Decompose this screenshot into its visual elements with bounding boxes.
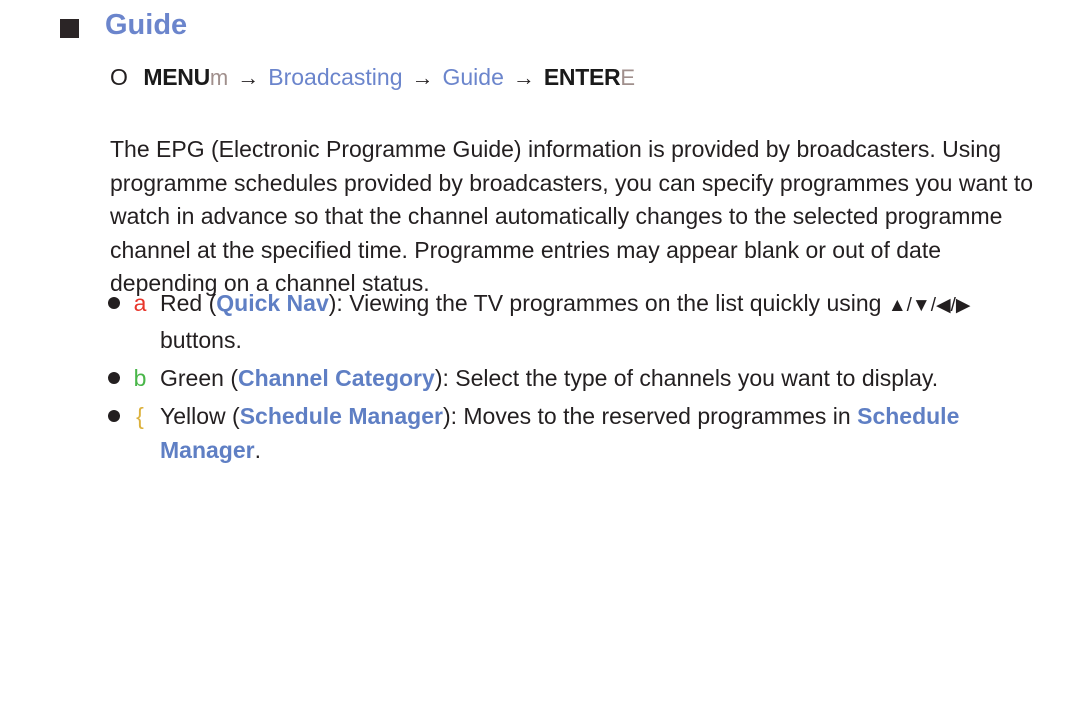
list-item-text: Green (Channel Category): Select the typ…	[160, 361, 1048, 395]
round-bullet-icon	[108, 410, 120, 422]
term-schedule-manager[interactable]: Schedule Manager	[240, 403, 443, 429]
list-item-prefix: Yellow (	[160, 403, 240, 429]
term-channel-category[interactable]: Channel Category	[238, 365, 435, 391]
square-bullet-icon	[60, 18, 79, 38]
menu-step-broadcasting[interactable]: Broadcasting	[268, 62, 402, 92]
list-item: a Red (Quick Nav): Viewing the TV progra…	[108, 286, 1048, 357]
list-item-middle: ): Select the type of channels you want …	[434, 365, 939, 391]
enter-key-glyph: E	[620, 65, 636, 90]
list-item: { Yellow (Schedule Manager): Moves to th…	[108, 399, 1048, 467]
color-button-list: a Red (Quick Nav): Viewing the TV progra…	[108, 286, 1048, 471]
arrow-right-icon-1: →	[237, 65, 260, 90]
emanual-page: Guide O MENU m → Broadcasting → Guide → E…	[0, 0, 1080, 705]
circle-bullet-icon: O	[110, 64, 128, 90]
list-item-text: Red (Quick Nav): Viewing the TV programm…	[160, 286, 1048, 357]
page-title: Guide	[105, 9, 188, 41]
list-item-prefix: Red (	[160, 290, 217, 316]
list-item-suffix: .	[254, 437, 261, 463]
menu-step-guide[interactable]: Guide	[443, 62, 504, 92]
round-bullet-icon	[108, 372, 120, 384]
description-paragraph: The EPG (Electronic Programme Guide) inf…	[110, 136, 1034, 296]
list-item-text: Yellow (Schedule Manager): Moves to the …	[160, 399, 1048, 467]
round-bullet-icon	[108, 297, 120, 309]
yellow-button-key: {	[136, 403, 144, 429]
list-item-suffix: buttons.	[160, 327, 242, 353]
list-item: b Green (Channel Category): Select the t…	[108, 361, 1048, 395]
list-item-middle: ): Viewing the TV programmes on the list…	[328, 290, 888, 316]
list-item-middle: ): Moves to the reserved programmes in	[442, 403, 858, 429]
arrow-right-icon-3: →	[512, 65, 535, 90]
arrow-right-icon-2: →	[411, 65, 434, 90]
term-quick-nav[interactable]: Quick Nav	[216, 290, 329, 316]
menu-key-glyph: m	[209, 65, 229, 90]
direction-arrows-icon: ▲/▼/◀/▶	[887, 295, 971, 316]
green-button-key: b	[133, 365, 147, 391]
page-heading: Guide	[60, 11, 187, 40]
enter-button-label[interactable]: ENTER	[544, 62, 621, 92]
red-button-key: a	[133, 290, 147, 316]
menu-path-breadcrumb: O MENU m → Broadcasting → Guide → ENTER E	[110, 62, 635, 93]
menu-button-label[interactable]: MENU	[143, 62, 210, 92]
list-item-prefix: Green (	[160, 365, 238, 391]
